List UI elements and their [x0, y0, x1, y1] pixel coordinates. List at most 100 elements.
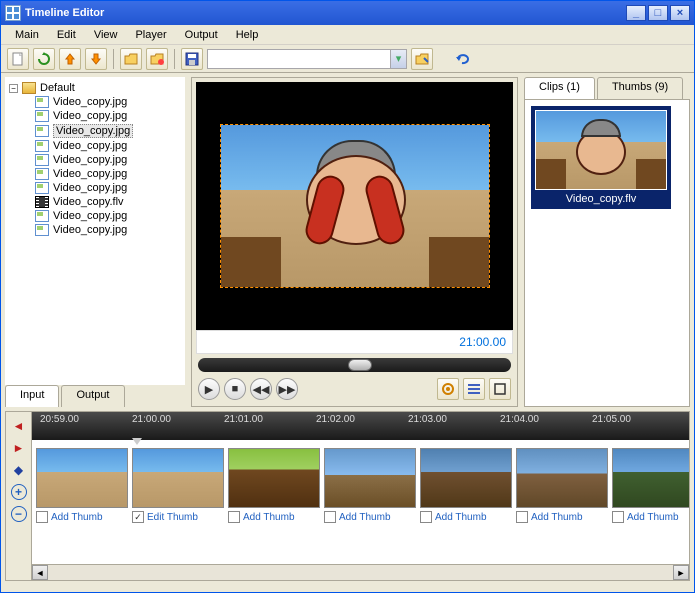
tab-output[interactable]: Output [61, 385, 124, 407]
export-up-icon[interactable] [59, 48, 81, 70]
thumb-item[interactable]: Add Thumb [324, 448, 416, 556]
tree-item[interactable]: Video_copy.jpg [9, 153, 181, 167]
minimize-button[interactable]: _ [626, 5, 646, 21]
clip-item[interactable]: Video_copy.flv [531, 106, 671, 209]
play-button[interactable]: ▶ [198, 378, 220, 400]
keyframe-icon[interactable]: ◆ [11, 462, 27, 478]
thumb-checkbox[interactable] [36, 511, 48, 523]
path-combo[interactable]: ▾ [207, 49, 407, 69]
tree-item[interactable]: Video_copy.jpg [9, 123, 181, 139]
thumb-checkbox[interactable]: ✓ [132, 511, 144, 523]
clip-name: Video_copy.flv [535, 190, 667, 205]
tree-item[interactable]: Video_copy.jpg [9, 181, 181, 195]
thumb-image [324, 448, 416, 508]
collapse-icon[interactable]: − [9, 84, 18, 93]
h-scrollbar[interactable]: ◄ ► [32, 564, 689, 580]
refresh-icon[interactable] [33, 48, 55, 70]
menu-help[interactable]: Help [228, 27, 267, 43]
menu-view[interactable]: View [86, 27, 126, 43]
tree-item[interactable]: Video_copy.jpg [9, 167, 181, 181]
time-ruler[interactable]: 20:59.0021:00.0021:01.0021:02.0021:03.00… [32, 412, 689, 440]
thumb-item[interactable]: Add Thumb [36, 448, 128, 556]
thumb-label[interactable]: Add Thumb [435, 512, 487, 523]
player-panel: 21:00.00 ▶ ■ ◀◀ ▶▶ [191, 77, 518, 407]
new-doc-icon[interactable] [7, 48, 29, 70]
settings-icon[interactable] [437, 378, 459, 400]
thumb-item[interactable]: Add Thumb [228, 448, 320, 556]
ruler-label: 21:01.00 [224, 414, 263, 425]
thumb-item[interactable]: Add Thumb [612, 448, 689, 556]
scroll-right-icon[interactable]: ► [673, 565, 689, 580]
thumb-checkbox[interactable] [516, 511, 528, 523]
menu-output[interactable]: Output [177, 27, 226, 43]
menu-main[interactable]: Main [7, 27, 47, 43]
tree-root[interactable]: − Default [9, 81, 181, 95]
thumb-label[interactable]: Add Thumb [531, 512, 583, 523]
menu-edit[interactable]: Edit [49, 27, 84, 43]
tree-item[interactable]: Video_copy.flv [9, 195, 181, 209]
tree-tabs: Input Output [5, 385, 185, 407]
ruler-label: 20:59.00 [40, 414, 79, 425]
video-display[interactable] [196, 82, 513, 330]
time-display: 21:00.00 [196, 330, 513, 354]
tree-item[interactable]: Video_copy.jpg [9, 109, 181, 123]
import-down-icon[interactable] [85, 48, 107, 70]
thumb-item[interactable]: Add Thumb [516, 448, 608, 556]
tree-item[interactable]: Video_copy.jpg [9, 223, 181, 237]
ruler-label: 21:03.00 [408, 414, 447, 425]
thumb-label[interactable]: Add Thumb [339, 512, 391, 523]
tree-item[interactable]: Video_copy.jpg [9, 95, 181, 109]
thumb-label[interactable]: Add Thumb [243, 512, 295, 523]
tab-input[interactable]: Input [5, 385, 59, 407]
tree-item[interactable]: Video_copy.jpg [9, 209, 181, 223]
thumb-image [420, 448, 512, 508]
thumb-item[interactable]: Add Thumb [420, 448, 512, 556]
toolbar: ▾ [1, 45, 694, 73]
scroll-left-icon[interactable]: ◄ [32, 565, 48, 580]
undo-icon[interactable] [451, 48, 473, 70]
browse-folder-icon[interactable] [411, 48, 433, 70]
stop-button[interactable]: ■ [224, 378, 246, 400]
file-tree[interactable]: − Default Video_copy.jpgVideo_copy.jpgVi… [5, 77, 185, 385]
video-file-icon [35, 196, 49, 208]
thumb-label[interactable]: Add Thumb [51, 512, 103, 523]
marker-in-icon[interactable]: ◄ [11, 418, 27, 434]
tab-clips[interactable]: Clips (1) [524, 77, 595, 99]
prev-button[interactable]: ◀◀ [250, 378, 272, 400]
new-folder-icon[interactable] [146, 48, 168, 70]
image-file-icon [35, 210, 49, 222]
fullscreen-icon[interactable] [489, 378, 511, 400]
thumb-checkbox[interactable] [324, 511, 336, 523]
next-button[interactable]: ▶▶ [276, 378, 298, 400]
thumb-image [516, 448, 608, 508]
marker-out-icon[interactable]: ► [11, 440, 27, 456]
slider-thumb[interactable] [348, 359, 372, 371]
menu-player[interactable]: Player [127, 27, 174, 43]
playhead-marker[interactable] [132, 438, 142, 445]
save-icon[interactable] [181, 48, 203, 70]
tab-thumbs[interactable]: Thumbs (9) [597, 77, 683, 99]
seek-slider[interactable] [198, 358, 511, 372]
thumb-label[interactable]: Add Thumb [627, 512, 679, 523]
image-file-icon [35, 168, 49, 180]
thumb-item[interactable]: ✓Edit Thumb [132, 448, 224, 556]
zoom-out-icon[interactable]: − [11, 506, 27, 522]
open-folder-icon[interactable] [120, 48, 142, 70]
titlebar[interactable]: Timeline Editor _ □ × [1, 1, 694, 25]
maximize-button[interactable]: □ [648, 5, 668, 21]
list-view-icon[interactable] [463, 378, 485, 400]
zoom-in-icon[interactable]: + [11, 484, 27, 500]
close-button[interactable]: × [670, 5, 690, 21]
image-file-icon [35, 154, 49, 166]
thumb-image [612, 448, 689, 508]
thumb-checkbox[interactable] [420, 511, 432, 523]
thumb-checkbox[interactable] [612, 511, 624, 523]
clips-panel: Clips (1) Thumbs (9) Video_copy.flv [524, 77, 690, 407]
thumb-strip: Add Thumb ✓Edit Thumb Add Thumb Add Thumb Ad… [32, 440, 689, 564]
tree-item[interactable]: Video_copy.jpg [9, 139, 181, 153]
thumb-checkbox[interactable] [228, 511, 240, 523]
image-file-icon [35, 96, 49, 108]
thumb-label[interactable]: Edit Thumb [147, 512, 198, 523]
chevron-down-icon[interactable]: ▾ [390, 50, 406, 68]
menubar: Main Edit View Player Output Help [1, 25, 694, 45]
